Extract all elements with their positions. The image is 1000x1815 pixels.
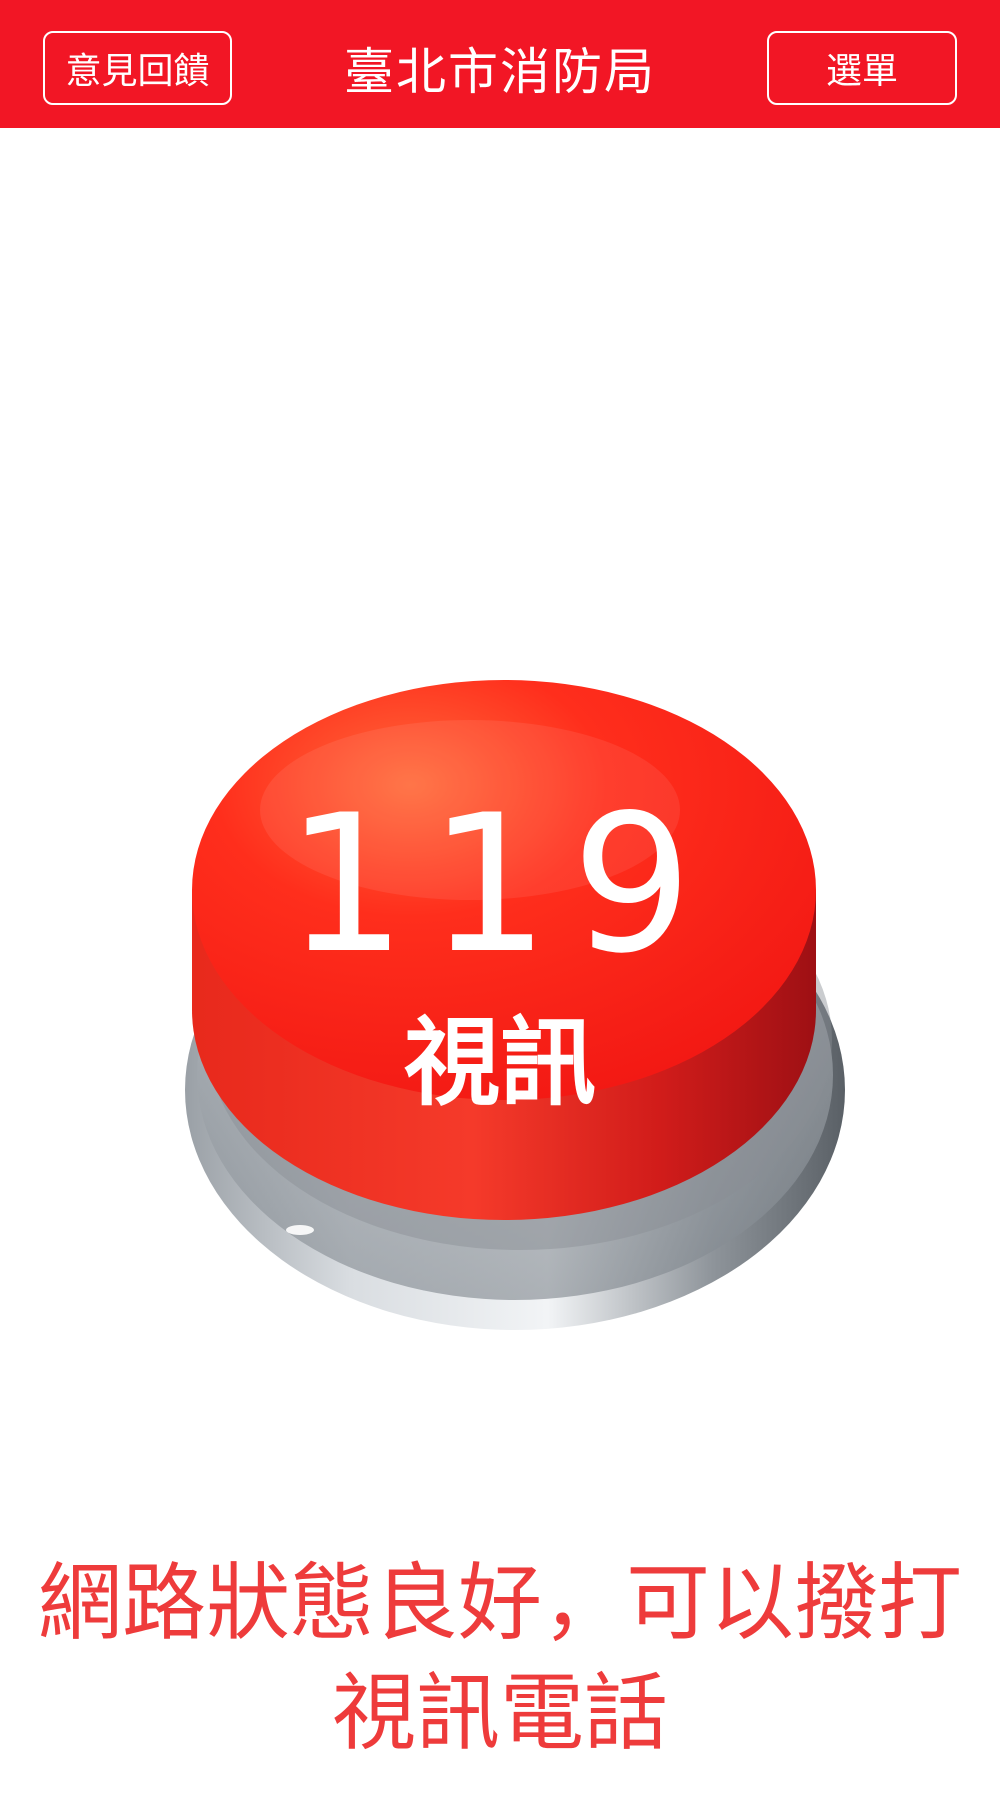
page: 意見回饋 臺北市消防局 選單 119 視訊 網路狀態良好，可以撥打視訊電話 xyxy=(0,0,1000,1815)
header-bar: 意見回饋 臺北市消防局 選單 xyxy=(0,0,1000,128)
page-title: 臺北市消防局 xyxy=(344,43,656,101)
call-button-label: 視訊 xyxy=(404,1007,596,1119)
video-call-119-button[interactable]: 119 視訊 xyxy=(140,680,860,1380)
network-status-message: 網路狀態良好，可以撥打視訊電話 xyxy=(37,1554,962,1762)
call-button-number: 119 xyxy=(285,774,715,995)
feedback-button[interactable]: 意見回饋 xyxy=(43,31,232,105)
menu-button[interactable]: 選單 xyxy=(767,31,957,105)
